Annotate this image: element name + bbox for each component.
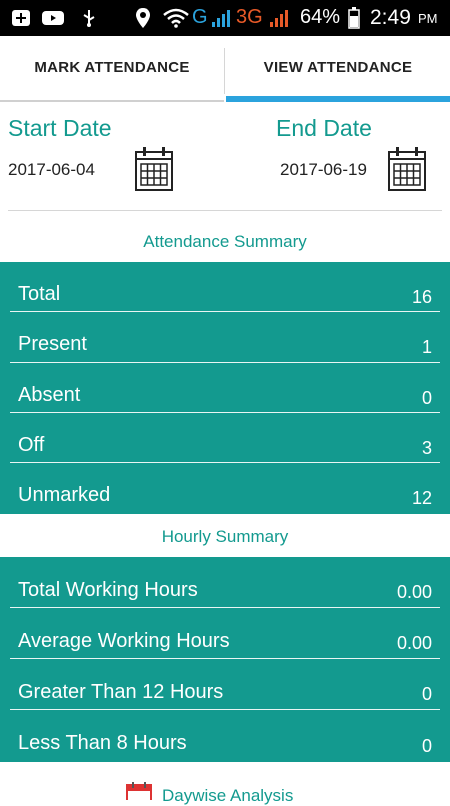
row-value: 16 [411,287,432,307]
summary-row-absent: Absent 0 [0,363,450,413]
tab-divider-line [0,100,224,102]
summary-row-off: Off 3 [0,413,450,463]
row-value: 0.00 [396,582,432,602]
hourly-summary-panel: Total Working Hours 0.00 Average Working… [0,557,450,762]
clock-ampm: PM [418,11,438,26]
signal-icon [210,8,232,28]
active-tab-indicator [226,96,450,102]
row-label: Greater Than 12 Hours [18,681,224,703]
end-date-label: End Date [276,115,372,141]
daywise-analysis-label: Daywise Analysis [162,786,294,805]
tab-mark-attendance[interactable]: MARK ATTENDANCE [0,36,224,98]
row-value: 0 [421,736,432,756]
row-value: 0 [421,388,432,408]
summary-row-total: Total 16 [0,262,450,312]
youtube-icon [40,8,66,28]
attendance-summary-panel: Total 16 Present 1 Absent 0 Off 3 Unmark… [0,262,450,514]
hourly-summary-title: Hourly Summary [161,527,289,546]
row-label: Total [18,283,61,305]
hourly-row-less-8: Less Than 8 Hours 0 [0,710,450,762]
signal-icon-2 [268,8,290,28]
tab-separator [224,48,225,94]
row-label: Average Working Hours [18,630,230,652]
row-label: Unmarked [18,484,111,506]
usb-icon [78,8,100,28]
status-bar: G 3G 64% 2:49 PM [0,0,450,36]
start-date-label: Start Date [8,115,112,141]
date-divider [8,210,442,211]
daywise-analysis-link[interactable]: Daywise Analysis [0,782,450,805]
tab-view-attendance[interactable]: VIEW ATTENDANCE [226,36,450,98]
row-value: 0 [421,684,432,704]
summary-row-unmarked: Unmarked 12 [0,463,450,514]
network-type-label: G [192,6,208,28]
hourly-row-greater-12: Greater Than 12 Hours 0 [0,659,450,710]
location-icon [132,8,154,28]
end-date-calendar-icon[interactable] [387,146,427,192]
row-label: Present [18,333,87,355]
row-value: 3 [421,438,432,458]
hourly-row-average: Average Working Hours 0.00 [0,608,450,659]
wifi-icon [162,8,190,28]
add-icon [10,8,32,28]
network-3g-label: 3G [236,6,263,28]
start-date-value: 2017-06-04 [8,160,95,179]
row-label: Less Than 8 Hours [18,732,187,754]
battery-icon [346,7,362,29]
end-date-value: 2017-06-19 [280,160,367,179]
calendar-icon [126,782,152,800]
hourly-row-total: Total Working Hours 0.00 [0,557,450,608]
attendance-summary-title: Attendance Summary [143,232,307,251]
start-date-calendar-icon[interactable] [134,146,174,192]
row-value: 0.00 [396,633,432,653]
row-value: 1 [421,337,432,357]
row-label: Absent [18,384,81,406]
row-value: 12 [411,488,432,508]
row-label: Off [18,434,45,456]
summary-row-present: Present 1 [0,312,450,363]
clock-time: 2:49 [370,6,411,29]
tab-bar: MARK ATTENDANCE VIEW ATTENDANCE [0,36,450,102]
battery-percent: 64% [300,6,341,28]
row-label: Total Working Hours [18,579,198,601]
